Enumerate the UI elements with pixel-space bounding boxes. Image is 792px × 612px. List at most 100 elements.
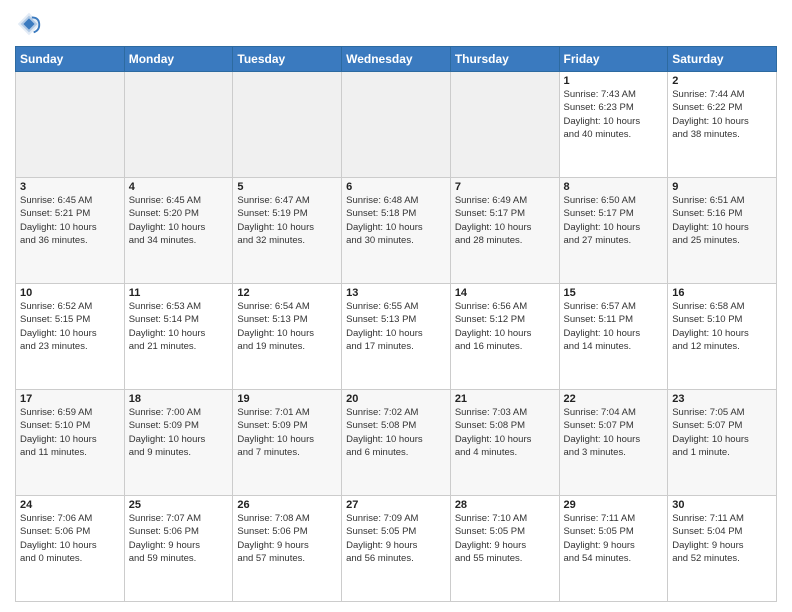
calendar-cell: 21Sunrise: 7:03 AM Sunset: 5:08 PM Dayli… <box>450 390 559 496</box>
day-number: 9 <box>672 181 772 193</box>
calendar-cell: 19Sunrise: 7:01 AM Sunset: 5:09 PM Dayli… <box>233 390 342 496</box>
calendar-cell <box>16 72 125 178</box>
day-number: 22 <box>564 393 664 405</box>
calendar-cell: 24Sunrise: 7:06 AM Sunset: 5:06 PM Dayli… <box>16 496 125 602</box>
day-number: 23 <box>672 393 772 405</box>
day-number: 14 <box>455 287 555 299</box>
weekday-header: Friday <box>559 47 668 72</box>
calendar-cell: 25Sunrise: 7:07 AM Sunset: 5:06 PM Dayli… <box>124 496 233 602</box>
calendar-cell: 9Sunrise: 6:51 AM Sunset: 5:16 PM Daylig… <box>668 178 777 284</box>
day-number: 6 <box>346 181 446 193</box>
day-number: 1 <box>564 75 664 87</box>
day-info: Sunrise: 7:03 AM Sunset: 5:08 PM Dayligh… <box>455 406 555 459</box>
day-number: 7 <box>455 181 555 193</box>
day-info: Sunrise: 6:48 AM Sunset: 5:18 PM Dayligh… <box>346 194 446 247</box>
calendar-cell <box>450 72 559 178</box>
calendar-body: 1Sunrise: 7:43 AM Sunset: 6:23 PM Daylig… <box>16 72 777 602</box>
calendar-cell: 29Sunrise: 7:11 AM Sunset: 5:05 PM Dayli… <box>559 496 668 602</box>
weekday-header: Sunday <box>16 47 125 72</box>
day-number: 2 <box>672 75 772 87</box>
day-info: Sunrise: 6:50 AM Sunset: 5:17 PM Dayligh… <box>564 194 664 247</box>
day-info: Sunrise: 7:11 AM Sunset: 5:05 PM Dayligh… <box>564 512 664 565</box>
weekday-header: Thursday <box>450 47 559 72</box>
logo <box>15 10 47 38</box>
calendar-cell: 20Sunrise: 7:02 AM Sunset: 5:08 PM Dayli… <box>342 390 451 496</box>
day-info: Sunrise: 6:58 AM Sunset: 5:10 PM Dayligh… <box>672 300 772 353</box>
day-info: Sunrise: 7:02 AM Sunset: 5:08 PM Dayligh… <box>346 406 446 459</box>
calendar-week-row: 10Sunrise: 6:52 AM Sunset: 5:15 PM Dayli… <box>16 284 777 390</box>
calendar-cell: 8Sunrise: 6:50 AM Sunset: 5:17 PM Daylig… <box>559 178 668 284</box>
calendar-cell: 11Sunrise: 6:53 AM Sunset: 5:14 PM Dayli… <box>124 284 233 390</box>
calendar-cell: 14Sunrise: 6:56 AM Sunset: 5:12 PM Dayli… <box>450 284 559 390</box>
day-info: Sunrise: 7:07 AM Sunset: 5:06 PM Dayligh… <box>129 512 229 565</box>
day-number: 27 <box>346 499 446 511</box>
day-info: Sunrise: 6:55 AM Sunset: 5:13 PM Dayligh… <box>346 300 446 353</box>
calendar-cell: 30Sunrise: 7:11 AM Sunset: 5:04 PM Dayli… <box>668 496 777 602</box>
day-info: Sunrise: 6:47 AM Sunset: 5:19 PM Dayligh… <box>237 194 337 247</box>
calendar-cell: 6Sunrise: 6:48 AM Sunset: 5:18 PM Daylig… <box>342 178 451 284</box>
day-number: 26 <box>237 499 337 511</box>
calendar-cell: 5Sunrise: 6:47 AM Sunset: 5:19 PM Daylig… <box>233 178 342 284</box>
day-info: Sunrise: 6:56 AM Sunset: 5:12 PM Dayligh… <box>455 300 555 353</box>
weekday-header: Wednesday <box>342 47 451 72</box>
calendar-cell <box>233 72 342 178</box>
weekday-header: Tuesday <box>233 47 342 72</box>
day-number: 24 <box>20 499 120 511</box>
day-number: 25 <box>129 499 229 511</box>
weekday-header: Monday <box>124 47 233 72</box>
calendar: SundayMondayTuesdayWednesdayThursdayFrid… <box>15 46 777 602</box>
day-number: 15 <box>564 287 664 299</box>
day-info: Sunrise: 7:06 AM Sunset: 5:06 PM Dayligh… <box>20 512 120 565</box>
calendar-cell: 4Sunrise: 6:45 AM Sunset: 5:20 PM Daylig… <box>124 178 233 284</box>
day-info: Sunrise: 6:59 AM Sunset: 5:10 PM Dayligh… <box>20 406 120 459</box>
day-number: 29 <box>564 499 664 511</box>
calendar-cell: 15Sunrise: 6:57 AM Sunset: 5:11 PM Dayli… <box>559 284 668 390</box>
day-info: Sunrise: 7:11 AM Sunset: 5:04 PM Dayligh… <box>672 512 772 565</box>
calendar-week-row: 3Sunrise: 6:45 AM Sunset: 5:21 PM Daylig… <box>16 178 777 284</box>
calendar-cell: 10Sunrise: 6:52 AM Sunset: 5:15 PM Dayli… <box>16 284 125 390</box>
calendar-cell: 28Sunrise: 7:10 AM Sunset: 5:05 PM Dayli… <box>450 496 559 602</box>
day-info: Sunrise: 6:57 AM Sunset: 5:11 PM Dayligh… <box>564 300 664 353</box>
calendar-cell: 1Sunrise: 7:43 AM Sunset: 6:23 PM Daylig… <box>559 72 668 178</box>
calendar-cell: 2Sunrise: 7:44 AM Sunset: 6:22 PM Daylig… <box>668 72 777 178</box>
calendar-cell: 26Sunrise: 7:08 AM Sunset: 5:06 PM Dayli… <box>233 496 342 602</box>
day-info: Sunrise: 6:49 AM Sunset: 5:17 PM Dayligh… <box>455 194 555 247</box>
day-info: Sunrise: 7:08 AM Sunset: 5:06 PM Dayligh… <box>237 512 337 565</box>
day-info: Sunrise: 6:53 AM Sunset: 5:14 PM Dayligh… <box>129 300 229 353</box>
calendar-cell: 3Sunrise: 6:45 AM Sunset: 5:21 PM Daylig… <box>16 178 125 284</box>
day-number: 20 <box>346 393 446 405</box>
page: SundayMondayTuesdayWednesdayThursdayFrid… <box>0 0 792 612</box>
calendar-cell <box>124 72 233 178</box>
calendar-week-row: 17Sunrise: 6:59 AM Sunset: 5:10 PM Dayli… <box>16 390 777 496</box>
calendar-cell: 16Sunrise: 6:58 AM Sunset: 5:10 PM Dayli… <box>668 284 777 390</box>
day-info: Sunrise: 7:05 AM Sunset: 5:07 PM Dayligh… <box>672 406 772 459</box>
calendar-cell: 22Sunrise: 7:04 AM Sunset: 5:07 PM Dayli… <box>559 390 668 496</box>
day-info: Sunrise: 7:10 AM Sunset: 5:05 PM Dayligh… <box>455 512 555 565</box>
day-number: 16 <box>672 287 772 299</box>
calendar-cell: 27Sunrise: 7:09 AM Sunset: 5:05 PM Dayli… <box>342 496 451 602</box>
day-number: 19 <box>237 393 337 405</box>
day-info: Sunrise: 7:00 AM Sunset: 5:09 PM Dayligh… <box>129 406 229 459</box>
day-number: 10 <box>20 287 120 299</box>
day-number: 4 <box>129 181 229 193</box>
calendar-cell: 7Sunrise: 6:49 AM Sunset: 5:17 PM Daylig… <box>450 178 559 284</box>
calendar-week-row: 1Sunrise: 7:43 AM Sunset: 6:23 PM Daylig… <box>16 72 777 178</box>
day-number: 12 <box>237 287 337 299</box>
calendar-week-row: 24Sunrise: 7:06 AM Sunset: 5:06 PM Dayli… <box>16 496 777 602</box>
weekday-header: Saturday <box>668 47 777 72</box>
calendar-cell: 13Sunrise: 6:55 AM Sunset: 5:13 PM Dayli… <box>342 284 451 390</box>
day-info: Sunrise: 7:44 AM Sunset: 6:22 PM Dayligh… <box>672 88 772 141</box>
day-number: 11 <box>129 287 229 299</box>
day-number: 21 <box>455 393 555 405</box>
day-number: 17 <box>20 393 120 405</box>
day-info: Sunrise: 6:51 AM Sunset: 5:16 PM Dayligh… <box>672 194 772 247</box>
calendar-cell: 17Sunrise: 6:59 AM Sunset: 5:10 PM Dayli… <box>16 390 125 496</box>
calendar-header-row: SundayMondayTuesdayWednesdayThursdayFrid… <box>16 47 777 72</box>
day-info: Sunrise: 7:09 AM Sunset: 5:05 PM Dayligh… <box>346 512 446 565</box>
day-info: Sunrise: 6:45 AM Sunset: 5:20 PM Dayligh… <box>129 194 229 247</box>
day-info: Sunrise: 7:01 AM Sunset: 5:09 PM Dayligh… <box>237 406 337 459</box>
day-number: 30 <box>672 499 772 511</box>
day-info: Sunrise: 6:45 AM Sunset: 5:21 PM Dayligh… <box>20 194 120 247</box>
day-number: 5 <box>237 181 337 193</box>
header <box>15 10 777 38</box>
